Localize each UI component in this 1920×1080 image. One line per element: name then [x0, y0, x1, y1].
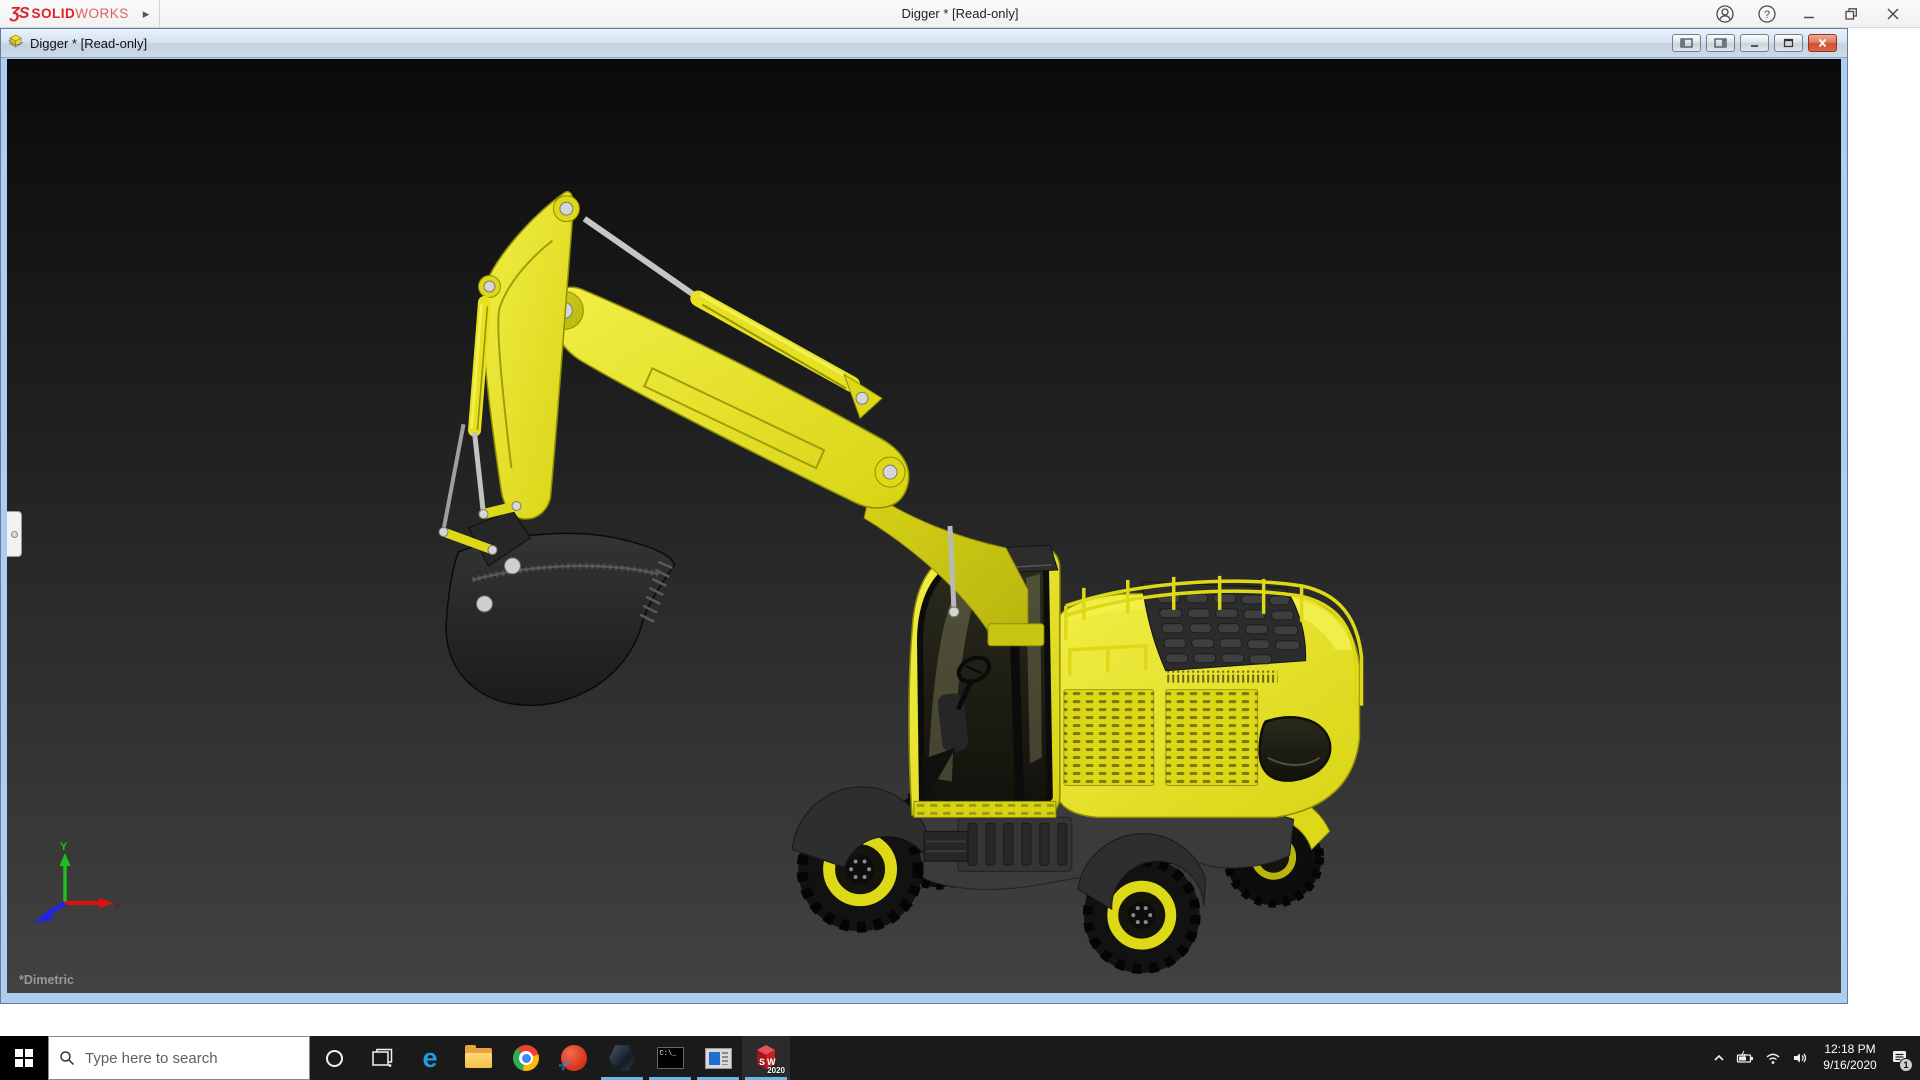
svg-text:?: ?: [1764, 9, 1770, 21]
task-view-button[interactable]: [358, 1036, 406, 1080]
view-orientation-label: *Dimetric: [19, 973, 74, 987]
y-axis-arrow: [59, 853, 71, 866]
document-window: Digger * [Read-only] Y x *Dimetric: [0, 28, 1848, 1004]
taskbar-file-explorer-button[interactable]: [454, 1036, 502, 1080]
battery-icon: [1736, 1050, 1753, 1063]
taskbar-search[interactable]: [48, 1036, 310, 1080]
search-icon: [60, 1051, 75, 1066]
clock-time: 12:18 PM: [1824, 1042, 1876, 1057]
tray-overflow-button[interactable]: [1705, 1036, 1732, 1080]
x-axis-arrow: [99, 897, 113, 909]
wifi-icon: [1766, 1053, 1779, 1064]
solidworks-logo: ƷS SOLID WORKS: [0, 5, 129, 23]
taskbar-command-prompt-button[interactable]: C:\_: [646, 1036, 694, 1080]
taskbar-solidworks-button[interactable]: SW 2020: [742, 1036, 790, 1080]
cortana-icon: [325, 1049, 343, 1067]
3d-viewport[interactable]: Y x *Dimetric: [7, 59, 1841, 993]
taskbar-video-cutter-button[interactable]: ✂: [550, 1036, 598, 1080]
x-axis-label: x: [115, 900, 120, 911]
boom-plate: [481, 191, 575, 520]
taskbar-clock[interactable]: 12:18 PM 9/16/2020: [1813, 1042, 1887, 1073]
solidworks-year-label: 2020: [767, 1066, 785, 1075]
action-center-button[interactable]: 1: [1887, 1036, 1914, 1080]
desktop: ƷS SOLID WORKS ▸ Digger * [Read-only] ?: [0, 0, 1920, 1080]
show-left-pane-button[interactable]: [1672, 34, 1701, 52]
scissors-icon: ✂: [555, 1054, 577, 1077]
speaker-icon: [1793, 1053, 1806, 1063]
brand-works-text: WORKS: [75, 5, 129, 21]
start-button[interactable]: [0, 1036, 48, 1080]
panel-tab-dot-icon: [10, 530, 18, 538]
document-title: Digger * [Read-only]: [30, 35, 148, 51]
edge-icon: e: [422, 1042, 438, 1073]
help-icon[interactable]: ?: [1756, 3, 1778, 25]
document-window-controls: [1672, 34, 1847, 52]
doc-minimize-button[interactable]: [1740, 34, 1769, 52]
doc-close-button[interactable]: [1808, 34, 1837, 52]
chevron-up-icon: [1713, 1054, 1724, 1061]
clock-date: 9/16/2020: [1823, 1058, 1877, 1072]
orientation-triad[interactable]: Y x: [25, 839, 121, 935]
volume-button[interactable]: [1786, 1036, 1813, 1080]
taskbar: e ✂ C:\_ SW 2020: [0, 1036, 1920, 1080]
app-title-bar: ƷS SOLID WORKS ▸ Digger * [Read-only] ?: [0, 0, 1920, 28]
doc-maximize-button[interactable]: [1774, 34, 1803, 52]
search-input[interactable]: [85, 1049, 299, 1067]
hexagon-app-icon: [609, 1045, 635, 1071]
app-window-controls: ?: [1714, 3, 1920, 25]
show-right-pane-button[interactable]: [1706, 34, 1735, 52]
cortana-button[interactable]: [310, 1036, 358, 1080]
close-icon[interactable]: [1882, 3, 1904, 25]
divider: [159, 0, 161, 28]
taskbar-edge-button[interactable]: e: [406, 1036, 454, 1080]
taskbar-window-app-button[interactable]: [694, 1036, 742, 1080]
taskbar-chrome-button[interactable]: [502, 1036, 550, 1080]
y-axis-label: Y: [60, 841, 68, 853]
upper-body[interactable]: [1055, 575, 1364, 819]
chrome-icon: [513, 1045, 539, 1071]
minimize-icon[interactable]: [1798, 3, 1820, 25]
window-app-icon: [704, 1047, 732, 1069]
notification-count-badge: 1: [1899, 1058, 1913, 1072]
network-button[interactable]: [1759, 1036, 1786, 1080]
task-view-icon: [372, 1048, 393, 1067]
bucket-cylinder: [441, 295, 491, 531]
comb-vent: [1165, 670, 1278, 683]
menu-expand-arrow-icon[interactable]: ▸: [143, 6, 150, 22]
brand-solid-text: SOLID: [31, 5, 76, 21]
taskbar-hexagon-app-button[interactable]: [598, 1036, 646, 1080]
account-icon[interactable]: [1714, 3, 1736, 25]
windows-logo-icon: [15, 1049, 33, 1067]
battery-button[interactable]: [1732, 1036, 1759, 1080]
feature-panel-collapsed-tab[interactable]: [7, 511, 22, 557]
system-tray: 12:18 PM 9/16/2020 1: [1705, 1036, 1920, 1080]
dassault-glyph: ƷS: [10, 4, 29, 22]
app-window-title: Digger * [Read-only]: [901, 6, 1019, 21]
video-cutter-icon: ✂: [555, 1045, 587, 1076]
bucket[interactable]: [438, 501, 676, 707]
restore-icon[interactable]: [1840, 3, 1862, 25]
file-explorer-icon: [464, 1045, 492, 1068]
command-prompt-icon: C:\_: [656, 1047, 684, 1069]
part-document-icon: [7, 32, 24, 54]
document-title-bar[interactable]: Digger * [Read-only]: [1, 29, 1847, 58]
digger-model[interactable]: [7, 59, 1841, 993]
